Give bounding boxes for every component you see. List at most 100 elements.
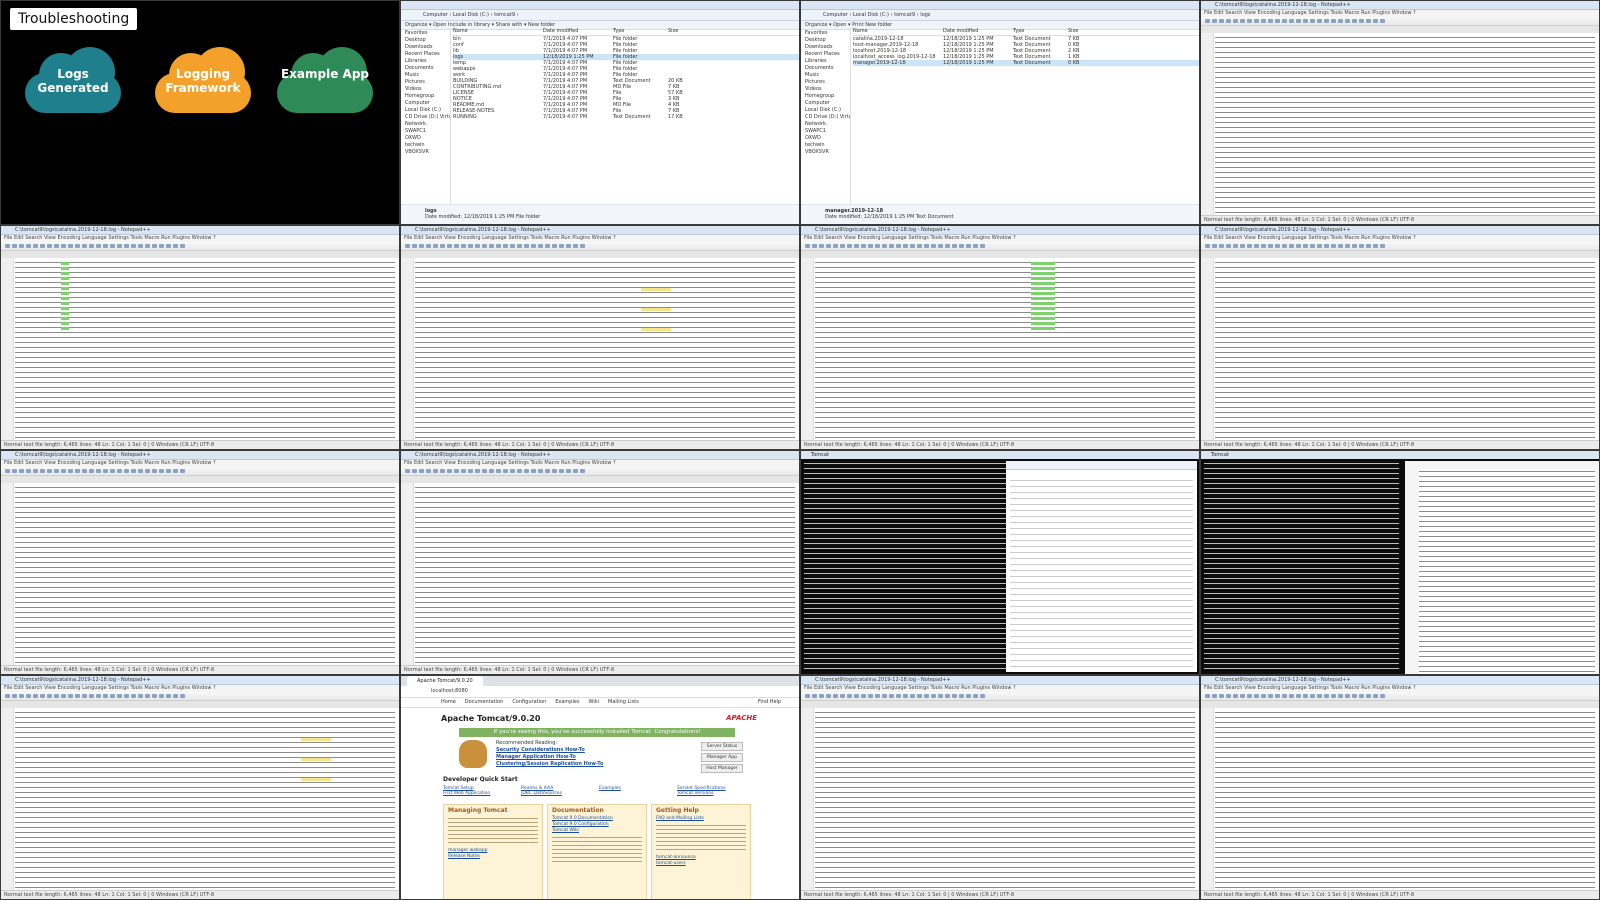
address-bar[interactable]: Computer › Local Disk (C:) › tomcat9 › l… <box>801 10 1199 21</box>
toolbar-icon[interactable] <box>861 694 866 698</box>
toolbar-icon[interactable] <box>952 694 957 698</box>
toolbar-icon[interactable] <box>110 244 115 248</box>
toolbar-icon[interactable] <box>68 244 73 248</box>
manager-app-button[interactable]: Manager App <box>701 753 743 762</box>
toolbar-icon[interactable] <box>1359 19 1364 23</box>
toolbar-icon[interactable] <box>503 244 508 248</box>
nav-item[interactable]: Documents <box>405 65 450 72</box>
nav-item[interactable]: Videos <box>805 86 850 93</box>
toolbar-icon[interactable] <box>440 469 445 473</box>
toolbar-icon[interactable] <box>503 469 508 473</box>
toolbar-icon[interactable] <box>173 244 178 248</box>
window-titlebar[interactable] <box>401 1 799 10</box>
toolbar-icon[interactable] <box>82 694 87 698</box>
toolbar-icon[interactable] <box>447 244 452 248</box>
toolbar-icon[interactable] <box>131 469 136 473</box>
nav-item[interactable]: Desktop <box>805 37 850 44</box>
toolbar-icon[interactable] <box>580 469 585 473</box>
toolbar-icon[interactable] <box>1310 694 1315 698</box>
toolbar-icon[interactable] <box>68 469 73 473</box>
toolbar-icon[interactable] <box>1233 694 1238 698</box>
toolbar-icon[interactable] <box>117 469 122 473</box>
editor-area[interactable] <box>1 708 399 891</box>
nav-item[interactable]: Pictures <box>805 79 850 86</box>
nav-item[interactable]: Computer <box>805 100 850 107</box>
toolbar-icon[interactable] <box>812 694 817 698</box>
toolbar-icon[interactable] <box>482 469 487 473</box>
column-header[interactable]: Size <box>668 28 698 35</box>
toolbar-icon[interactable] <box>447 469 452 473</box>
editor-area[interactable] <box>1201 33 1599 216</box>
toolbar-icon[interactable] <box>96 469 101 473</box>
toolbar-icon[interactable] <box>945 244 950 248</box>
nav-link[interactable]: Find Help <box>758 699 781 705</box>
navigation-pane[interactable]: Favorites Desktop Downloads Recent Places Li… <box>801 28 851 204</box>
toolbar-icon[interactable] <box>1317 19 1322 23</box>
toolbar-icon[interactable] <box>1331 19 1336 23</box>
column-header[interactable]: Date modified <box>943 28 1013 35</box>
toolbar-icon[interactable] <box>117 244 122 248</box>
toolbar-icon[interactable] <box>812 244 817 248</box>
menu-bar[interactable]: File Edit Search View Encoding Language … <box>1 235 399 242</box>
toolbar-icon[interactable] <box>145 469 150 473</box>
clustering-link[interactable]: Clustering/Session Replication How-To <box>496 761 603 768</box>
toolbar-icon[interactable] <box>1212 244 1217 248</box>
toolbar[interactable] <box>1201 17 1599 26</box>
toolbar-icon[interactable] <box>980 244 985 248</box>
nav-item[interactable]: Homegroup <box>405 93 450 100</box>
server-status-button[interactable]: Server Status <box>701 742 743 751</box>
toolbar-icon[interactable] <box>61 694 66 698</box>
toolbar-icon[interactable] <box>159 244 164 248</box>
toolbar-icon[interactable] <box>882 244 887 248</box>
toolbar-icon[interactable] <box>124 469 129 473</box>
file-row[interactable]: manager.2019-12-18 12/18/2019 1:25 PM Text… <box>853 60 1199 66</box>
toolbar-icon[interactable] <box>854 244 859 248</box>
toolbar-icon[interactable] <box>124 244 129 248</box>
toolbar-icon[interactable] <box>1324 694 1329 698</box>
toolbar-icon[interactable] <box>924 244 929 248</box>
toolbar-icon[interactable] <box>152 244 157 248</box>
toolbar-icon[interactable] <box>454 469 459 473</box>
toolbar-icon[interactable] <box>1226 19 1231 23</box>
toolbar-icon[interactable] <box>40 469 45 473</box>
toolbar-icon[interactable] <box>1338 694 1343 698</box>
browser-tab[interactable]: Apache Tomcat/9.0.20 <box>407 676 483 686</box>
toolbar-icon[interactable] <box>82 244 87 248</box>
toolbar-icon[interactable] <box>1275 19 1280 23</box>
toolbar-icon[interactable] <box>468 244 473 248</box>
toolbar-icon[interactable] <box>1324 19 1329 23</box>
toolbar-icon[interactable] <box>433 469 438 473</box>
column-header[interactable]: Name <box>453 28 543 35</box>
toolbar-icon[interactable] <box>138 244 143 248</box>
toolbar-icon[interactable] <box>924 694 929 698</box>
toolbar-icon[interactable] <box>40 694 45 698</box>
toolbar-icon[interactable] <box>166 469 171 473</box>
toolbar-icon[interactable] <box>5 694 10 698</box>
toolbar-icon[interactable] <box>868 694 873 698</box>
nav-item[interactable]: Desktop <box>405 37 450 44</box>
toolbar-icon[interactable] <box>412 244 417 248</box>
tomcat-nav[interactable]: Home Documentation Configuration Examples Wi… <box>401 698 799 708</box>
toolbar[interactable] <box>1 242 399 251</box>
box-link[interactable]: FAQ and Mailing Lists <box>656 816 746 821</box>
toolbar-icon[interactable] <box>26 244 31 248</box>
toolbar-icon[interactable] <box>47 469 52 473</box>
toolbar[interactable] <box>1 692 399 701</box>
toolbar-icon[interactable] <box>33 244 38 248</box>
toolbar-icon[interactable] <box>510 469 515 473</box>
window-titlebar[interactable]: C:\tomcat9\logs\catalina.2019-12-18.log … <box>1201 676 1599 685</box>
nav-link[interactable]: Examples <box>555 699 579 705</box>
nav-item[interactable]: Homegroup <box>805 93 850 100</box>
toolbar-icon[interactable] <box>896 694 901 698</box>
toolbar-icon[interactable] <box>152 694 157 698</box>
toolbar-icon[interactable] <box>917 694 922 698</box>
toolbar-icon[interactable] <box>173 469 178 473</box>
toolbar-icon[interactable] <box>819 694 824 698</box>
browser-tabs[interactable]: Apache Tomcat/9.0.20 <box>401 676 799 686</box>
toolbar-icon[interactable] <box>82 469 87 473</box>
toolbar-icon[interactable] <box>131 244 136 248</box>
window-titlebar[interactable] <box>801 1 1199 10</box>
manager-link[interactable]: Manager Application How-To <box>496 754 603 761</box>
toolbar-icon[interactable] <box>959 244 964 248</box>
toolbar-icon[interactable] <box>531 469 536 473</box>
